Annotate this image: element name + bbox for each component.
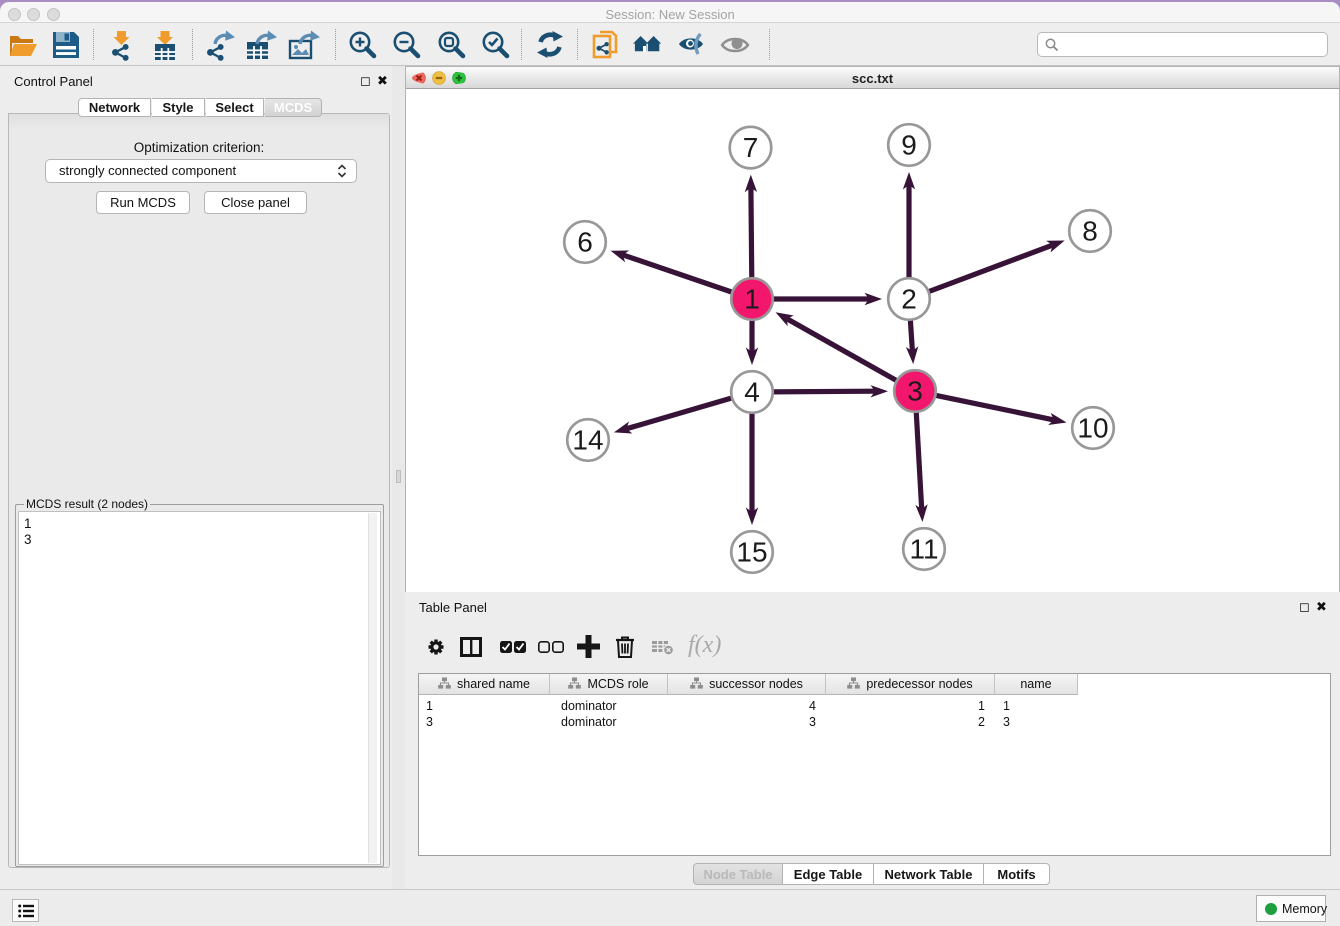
- svg-text:15: 15: [736, 537, 767, 568]
- svg-text:8: 8: [1082, 216, 1098, 247]
- svg-text:10: 10: [1077, 413, 1108, 444]
- svg-text:4: 4: [744, 377, 760, 408]
- svg-text:6: 6: [577, 227, 593, 258]
- svg-text:3: 3: [907, 376, 923, 407]
- svg-text:1: 1: [744, 284, 760, 315]
- svg-text:7: 7: [743, 132, 759, 163]
- svg-text:11: 11: [909, 534, 938, 565]
- svg-text:14: 14: [572, 425, 603, 456]
- svg-text:9: 9: [901, 130, 917, 161]
- svg-text:2: 2: [901, 284, 917, 315]
